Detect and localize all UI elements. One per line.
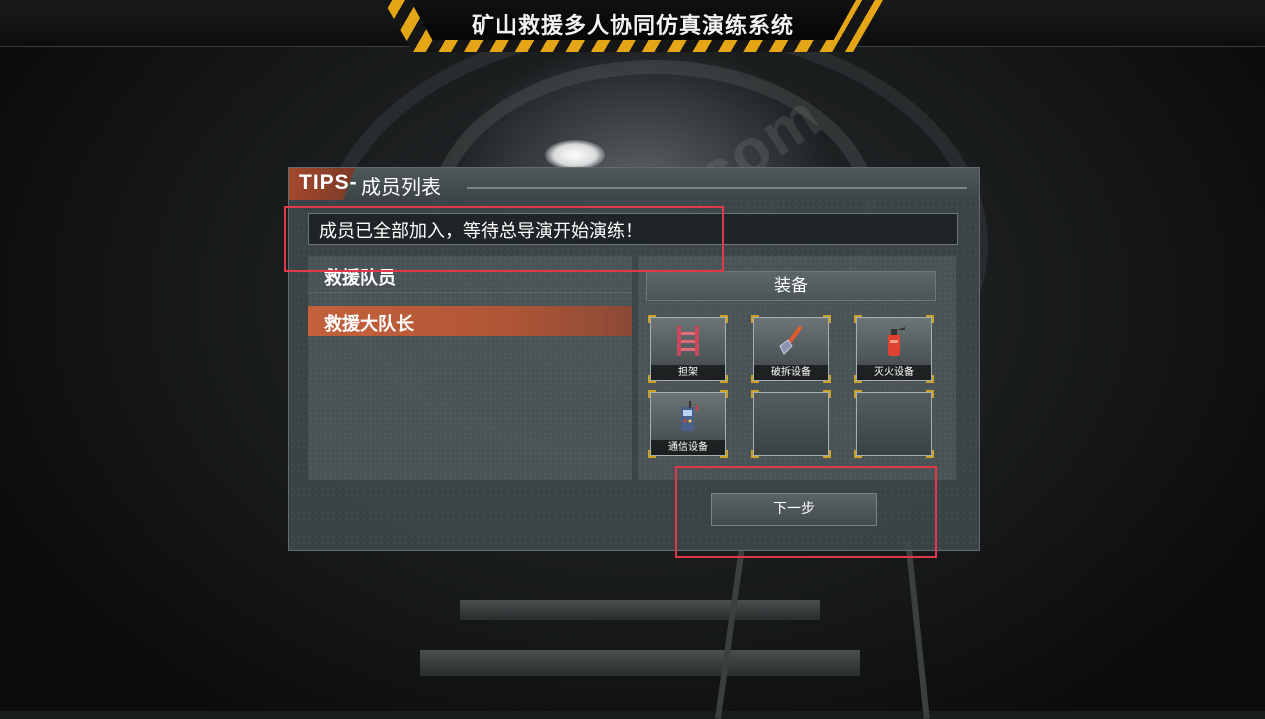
equipment-heading: 装备 <box>774 276 808 296</box>
equipment-header: 装备 <box>646 271 936 301</box>
demolition-shovel-icon <box>779 326 802 355</box>
divider <box>308 292 632 293</box>
highlight-box-status <box>284 206 724 272</box>
tips-label: TIPS- <box>299 171 358 194</box>
equipment-slot-empty[interactable] <box>751 390 831 458</box>
equipment-slot-empty[interactable] <box>854 390 934 458</box>
member-panel: 救援队员 <box>308 256 632 480</box>
slot-label: 通信设备 <box>651 440 725 455</box>
stretcher-icon <box>677 326 699 356</box>
equipment-slot-radio[interactable]: 通信设备 <box>648 390 728 458</box>
slot-label: 破拆设备 <box>754 365 828 380</box>
slot-label: 担架 <box>651 365 725 380</box>
radio-icon <box>681 401 699 431</box>
dialog-title: 成员列表 <box>361 175 441 199</box>
fire-extinguisher-icon <box>888 327 905 356</box>
slot-label: 灭火设备 <box>857 365 931 380</box>
header-divider <box>467 187 967 189</box>
member-item-captain[interactable]: 救援大队长 <box>308 306 632 336</box>
tunnel-light <box>545 140 605 170</box>
equipment-slot-stretcher[interactable]: 担架 <box>648 315 728 383</box>
equipment-slot-fire[interactable]: 灭火设备 <box>854 315 934 383</box>
app-title: 矿山救援多人协同仿真演练系统 <box>471 14 794 39</box>
rail-sleeper <box>460 600 820 620</box>
equipment-slot-demolition[interactable]: 破拆设备 <box>751 315 831 383</box>
member-name: 救援大队长 <box>324 314 414 335</box>
rail-sleeper <box>420 650 860 676</box>
highlight-box-next <box>675 466 937 558</box>
